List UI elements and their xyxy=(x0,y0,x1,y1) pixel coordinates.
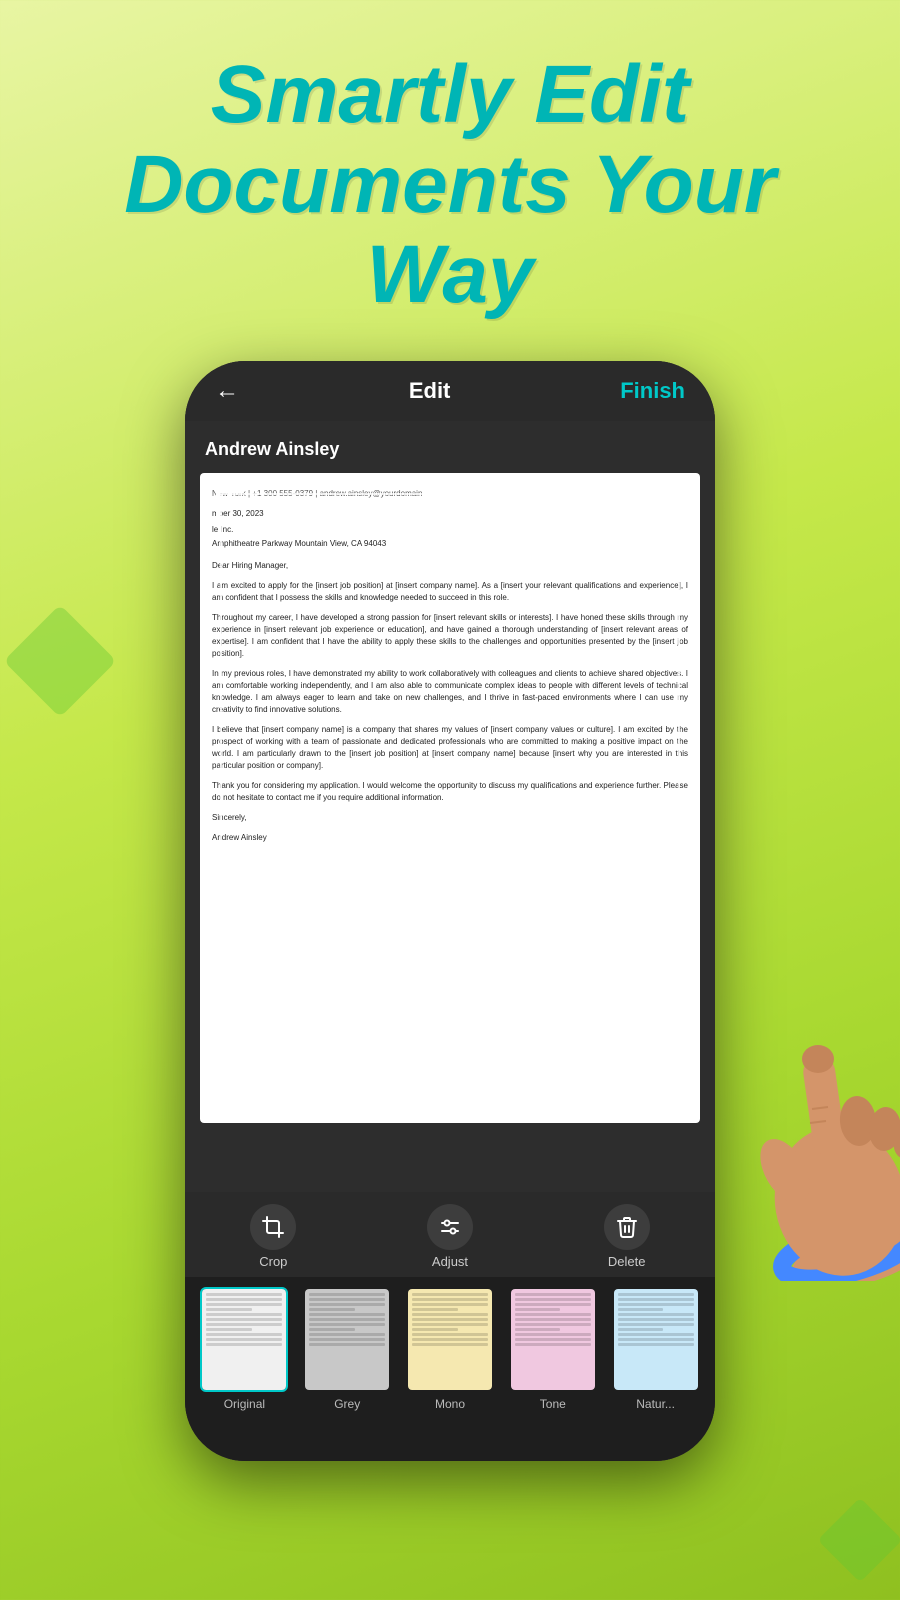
delete-tool[interactable]: Delete xyxy=(604,1204,650,1269)
filter-mono-label: Mono xyxy=(435,1397,465,1411)
filter-thumb-grey xyxy=(303,1287,391,1392)
delete-label: Delete xyxy=(608,1254,646,1269)
filter-original[interactable]: Original xyxy=(193,1287,296,1411)
adjust-label: Adjust xyxy=(432,1254,468,1269)
page-header: Smartly Edit Documents Your Way xyxy=(0,0,900,351)
document-area: Andrew Ainsley New York | +1 300 555-037… xyxy=(185,421,715,1192)
page-title: Smartly Edit Documents Your Way xyxy=(40,50,860,321)
filter-thumb-tone xyxy=(509,1287,597,1392)
crop-label: Crop xyxy=(259,1254,287,1269)
filter-grey[interactable]: Grey xyxy=(296,1287,399,1411)
edit-toolbar: Crop Adjust xyxy=(185,1192,715,1277)
phone-frame: ← Edit Finish Andrew Ainsley N xyxy=(185,361,715,1461)
filter-thumb-original xyxy=(200,1287,288,1392)
filter-grey-label: Grey xyxy=(334,1397,360,1411)
crop-border xyxy=(220,493,680,1103)
back-arrow[interactable]: ← xyxy=(215,377,239,405)
decoration-diamond-tl xyxy=(3,604,116,717)
filter-mono[interactable]: Mono xyxy=(399,1287,502,1411)
filter-thumb-nature xyxy=(612,1287,700,1392)
top-bar: ← Edit Finish xyxy=(185,361,715,421)
phone-mockup: ← Edit Finish Andrew Ainsley N xyxy=(0,361,900,1461)
filter-nature-label: Natur... xyxy=(636,1397,675,1411)
adjust-icon xyxy=(427,1204,473,1250)
crop-tool[interactable]: Crop xyxy=(250,1204,296,1269)
document-content: New York | +1 300 555-0379 | andrew.ains… xyxy=(200,473,700,1123)
filter-original-label: Original xyxy=(224,1397,265,1411)
delete-icon xyxy=(604,1204,650,1250)
screen-title: Edit xyxy=(409,378,451,404)
decoration-diamond-br xyxy=(818,1498,900,1583)
document-name: Andrew Ainsley xyxy=(200,431,700,468)
filter-thumb-mono xyxy=(406,1287,494,1392)
adjust-tool[interactable]: Adjust xyxy=(427,1204,473,1269)
finish-button[interactable]: Finish xyxy=(620,378,685,404)
filter-nature[interactable]: Natur... xyxy=(604,1287,707,1411)
filter-tone[interactable]: Tone xyxy=(501,1287,604,1411)
filter-row: Original Grey xyxy=(185,1277,715,1461)
filter-tone-label: Tone xyxy=(540,1397,566,1411)
hand-graphic xyxy=(700,961,900,1281)
crop-icon xyxy=(250,1204,296,1250)
phone-screen: Andrew Ainsley New York | +1 300 555-037… xyxy=(185,421,715,1461)
